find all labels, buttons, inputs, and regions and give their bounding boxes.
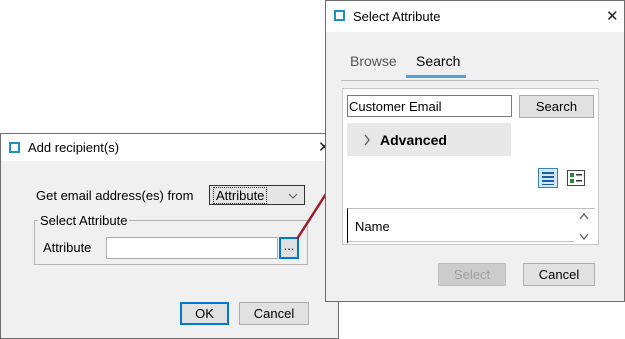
tile-view-button[interactable] — [566, 168, 586, 188]
app-icon — [9, 142, 20, 153]
advanced-toggle[interactable]: Advanced — [347, 123, 511, 156]
browse-attribute-button[interactable]: ... — [279, 237, 299, 259]
ok-button[interactable]: OK — [180, 302, 229, 325]
tab-strip-divider — [341, 80, 599, 81]
get-email-label: Get email address(es) from — [36, 188, 194, 203]
scroll-up-icon[interactable] — [579, 213, 589, 220]
select-attribute-titlebar: Select Attribute ✕ — [326, 1, 624, 32]
list-header-divider — [348, 241, 574, 242]
app-icon — [334, 10, 345, 21]
results-list[interactable]: Name — [347, 208, 595, 243]
tab-search[interactable]: Search — [416, 53, 460, 69]
detail-view-button[interactable] — [538, 168, 558, 188]
group-title: Select Attribute — [38, 213, 130, 228]
attribute-field[interactable] — [106, 237, 278, 259]
name-column-header[interactable]: Name — [355, 219, 390, 234]
add-recipients-titlebar: Add recipient(s) ✕ — [1, 134, 338, 161]
search-panel: Customer Email Search Advanced Name — [342, 88, 599, 245]
search-input[interactable]: Customer Email — [347, 95, 512, 117]
dialog-title: Select Attribute — [353, 9, 441, 24]
cancel-button[interactable]: Cancel — [239, 302, 309, 325]
list-view-icon — [542, 172, 554, 185]
search-button[interactable]: Search — [519, 95, 594, 118]
scroll-down-icon[interactable] — [579, 233, 589, 240]
advanced-label: Advanced — [380, 132, 447, 148]
select-attribute-group: Select Attribute Attribute ... — [34, 213, 308, 265]
attribute-label: Attribute — [43, 240, 92, 255]
tab-browse[interactable]: Browse — [350, 53, 397, 69]
select-button[interactable]: Select — [438, 263, 506, 286]
email-source-value: Attribute — [213, 186, 268, 204]
chevron-down-icon — [288, 193, 298, 199]
add-recipients-dialog: Add recipient(s) ✕ Get email address(es)… — [0, 133, 339, 339]
close-icon[interactable]: ✕ — [606, 9, 619, 24]
dialog-title: Add recipient(s) — [28, 140, 120, 155]
select-attribute-dialog: Select Attribute ✕ Browse Search Custome… — [325, 0, 625, 302]
email-source-select[interactable]: Attribute — [209, 185, 305, 205]
cancel-button[interactable]: Cancel — [523, 263, 595, 286]
active-tab-indicator — [406, 75, 466, 78]
tile-view-icon — [567, 170, 585, 186]
chevron-right-icon — [364, 134, 370, 146]
